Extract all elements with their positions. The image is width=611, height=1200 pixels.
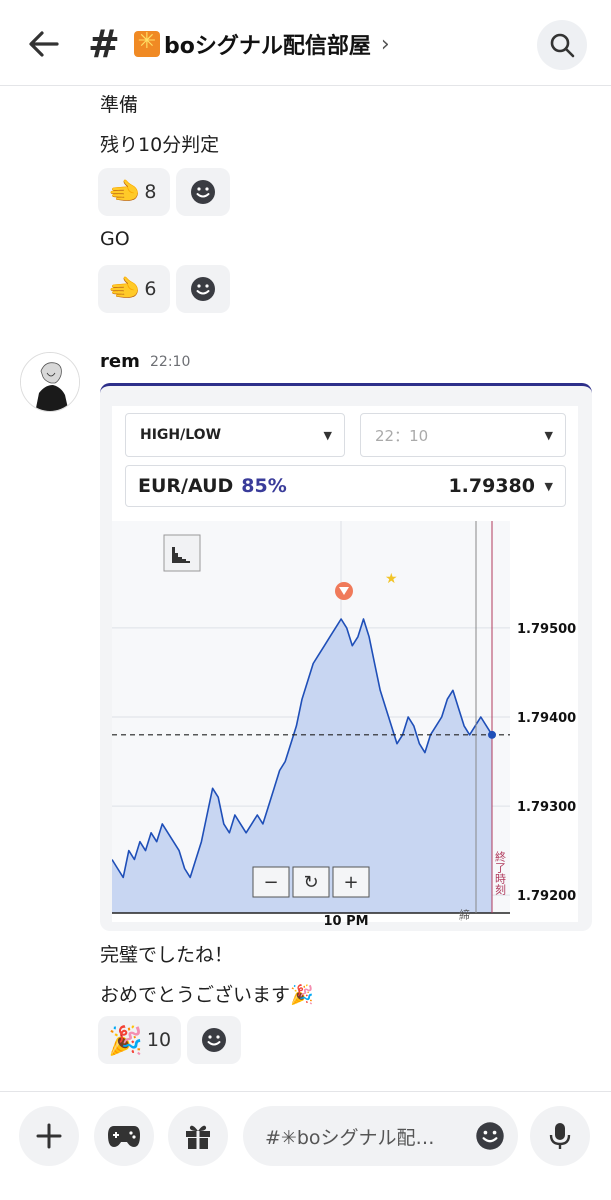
gamepad-icon	[108, 1126, 140, 1147]
option-type-value: HIGH/LOW	[140, 427, 222, 443]
y-tick-label: 1.79500	[517, 622, 576, 637]
chevron-right-icon: ›	[380, 31, 390, 57]
reaction-row: 🫲 8	[98, 168, 230, 216]
current-price-dot	[488, 730, 496, 739]
y-tick-label: 1.79400	[517, 711, 576, 726]
pair-name: EUR/AUD	[138, 475, 234, 497]
activities-button[interactable]	[94, 1106, 154, 1166]
pair-select[interactable]: EUR/AUD 85% 1.79380 ▼	[125, 465, 566, 507]
current-rate: 1.79380	[448, 475, 535, 497]
zoom-out-button[interactable]: −	[252, 866, 290, 898]
message-composer: #✳boシグナル配…	[0, 1091, 611, 1200]
smiley-icon	[191, 277, 215, 301]
add-reaction-button[interactable]	[176, 168, 230, 216]
message-text: 完璧でしたね！	[100, 944, 234, 966]
star-marker: ★	[385, 571, 398, 587]
reaction-row: 🎉 10	[98, 1016, 242, 1064]
emoji-picker-button[interactable]	[470, 1116, 510, 1156]
sparkle-icon	[134, 29, 160, 57]
pointing-hand-icon: 🫲	[108, 274, 141, 304]
pointing-hand-icon: 🫲	[108, 177, 141, 207]
party-popper-icon: 🎉	[108, 1023, 143, 1057]
gift-icon	[186, 1125, 210, 1149]
refresh-icon: ↻	[303, 872, 318, 893]
message-input[interactable]: #✳boシグナル配…	[243, 1106, 518, 1166]
channel-name: boシグナル配信部屋	[164, 34, 371, 59]
y-tick-label: 1.79200	[517, 889, 576, 904]
expiry-select[interactable]: 22：10 ▼	[360, 413, 566, 457]
channel-header: # boシグナル配信部屋 ›	[0, 0, 611, 86]
y-tick-label: 1.79300	[517, 800, 576, 815]
reaction-count: 10	[146, 1029, 172, 1051]
message-text: おめでとうございます🎉	[100, 984, 314, 1006]
plus-icon: +	[343, 872, 358, 893]
option-type-select[interactable]: HIGH/LOW ▼	[125, 413, 345, 457]
channel-hash-icon: #	[88, 22, 120, 66]
chart-type-button[interactable]	[163, 534, 201, 572]
reaction-party[interactable]: 🎉 10	[98, 1016, 182, 1064]
microphone-icon	[549, 1123, 571, 1149]
payout-percent: 85%	[241, 475, 287, 497]
x-axis-label: 10 PM	[323, 914, 369, 929]
reaction-pointing[interactable]: 🫲 8	[98, 168, 170, 216]
caret-down-icon: ▼	[544, 428, 553, 442]
attach-button[interactable]	[19, 1106, 79, 1166]
minus-icon: −	[263, 872, 278, 893]
end-time-label: 終了時刻	[494, 850, 507, 896]
add-reaction-button[interactable]	[176, 265, 230, 313]
zoom-controls: − ↻ +	[252, 866, 370, 898]
message-text: 準備	[100, 94, 139, 116]
trade-panel: HIGH/LOW ▼ 22：10 ▼ EUR/AUD 85% 1.79380 ▼…	[111, 406, 578, 931]
message-input-placeholder: #✳boシグナル配…	[265, 1126, 435, 1149]
avatar[interactable]	[20, 352, 80, 412]
smiley-icon	[202, 1028, 227, 1052]
add-reaction-button[interactable]	[187, 1016, 242, 1064]
caret-down-icon: ▼	[544, 479, 553, 493]
plus-icon	[36, 1123, 62, 1149]
smiley-icon	[191, 180, 215, 204]
voice-button[interactable]	[530, 1106, 590, 1166]
channel-title[interactable]: boシグナル配信部屋 ›	[134, 28, 390, 60]
username[interactable]: rem	[100, 351, 140, 372]
search-icon	[550, 33, 575, 58]
gift-button[interactable]	[168, 1106, 228, 1166]
image-attachment[interactable]: HIGH/LOW ▼ 22：10 ▼ EUR/AUD 85% 1.79380 ▼…	[100, 383, 592, 931]
timestamp: 22:10	[150, 354, 191, 370]
zoom-in-button[interactable]: +	[332, 866, 370, 898]
price-chart-svg: 1.795001.794001.793001.79200 締切 終了時刻 ★ −…	[111, 521, 578, 931]
back-button[interactable]	[24, 26, 64, 62]
reaction-row: 🫲 6	[98, 265, 230, 313]
reset-zoom-button[interactable]: ↻	[292, 866, 330, 898]
arrow-left-icon	[29, 31, 59, 57]
expiry-value: 22：10	[375, 426, 429, 445]
message-text: GO	[100, 228, 130, 250]
smiley-icon	[476, 1122, 504, 1150]
reaction-pointing[interactable]: 🫲 6	[98, 265, 170, 313]
message-text: 残り10分判定	[100, 134, 220, 156]
price-chart: 1.79500 1.79400 1.79300 1.79200 締切 終了時刻 ★	[111, 521, 578, 931]
reaction-count: 8	[144, 181, 157, 203]
sell-marker	[335, 582, 353, 600]
avatar-illustration	[21, 353, 79, 411]
search-button[interactable]	[537, 20, 587, 70]
caret-down-icon: ▼	[323, 428, 332, 442]
reaction-count: 6	[144, 278, 157, 300]
